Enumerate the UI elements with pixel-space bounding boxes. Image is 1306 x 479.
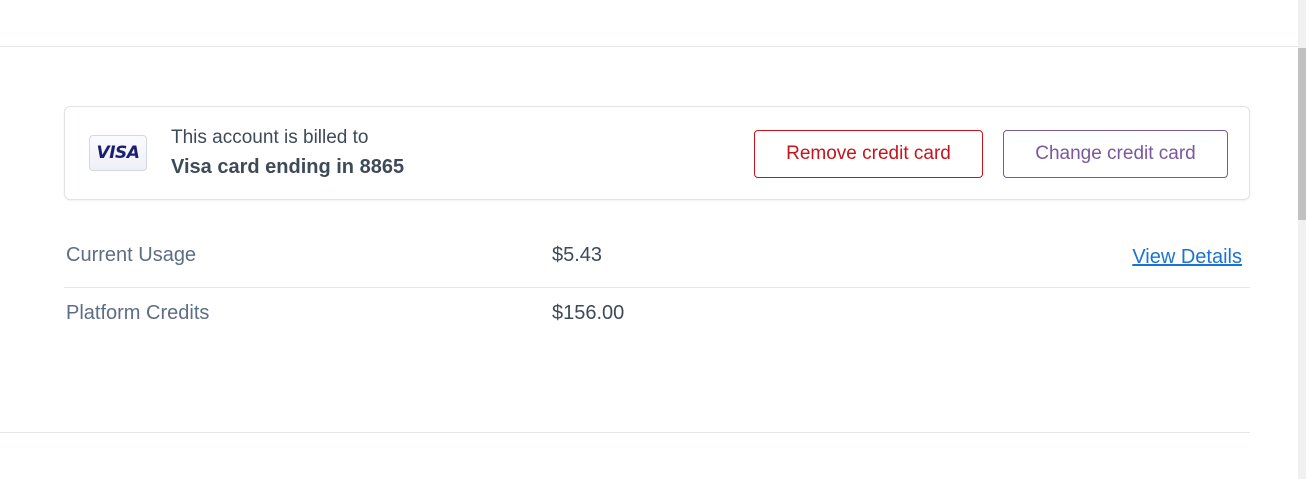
top-divider	[0, 46, 1298, 47]
view-details-link[interactable]: View Details	[1132, 246, 1242, 269]
card-description: Visa card ending in 8865	[171, 156, 405, 178]
scrollbar[interactable]	[1298, 0, 1306, 479]
current-usage-label: Current Usage	[66, 244, 197, 266]
bottom-divider	[0, 432, 1250, 433]
platform-credits-row: Platform Credits $156.00	[64, 288, 1250, 345]
platform-credits-value: $156.00	[552, 302, 625, 324]
current-usage-value: $5.43	[552, 244, 603, 266]
platform-credits-label: Platform Credits	[66, 302, 210, 324]
scrollbar-thumb[interactable]	[1298, 48, 1306, 220]
current-usage-row: Current Usage $5.43 View Details	[64, 230, 1250, 288]
remove-credit-card-button[interactable]: Remove credit card	[754, 130, 983, 178]
visa-logo-icon: VISA	[89, 135, 147, 171]
change-credit-card-button[interactable]: Change credit card	[1003, 130, 1228, 178]
billing-card: VISA This account is billed to Visa card…	[64, 106, 1250, 200]
billing-page: VISA This account is billed to Visa card…	[0, 0, 1306, 479]
billed-to-label: This account is billed to	[171, 127, 369, 148]
